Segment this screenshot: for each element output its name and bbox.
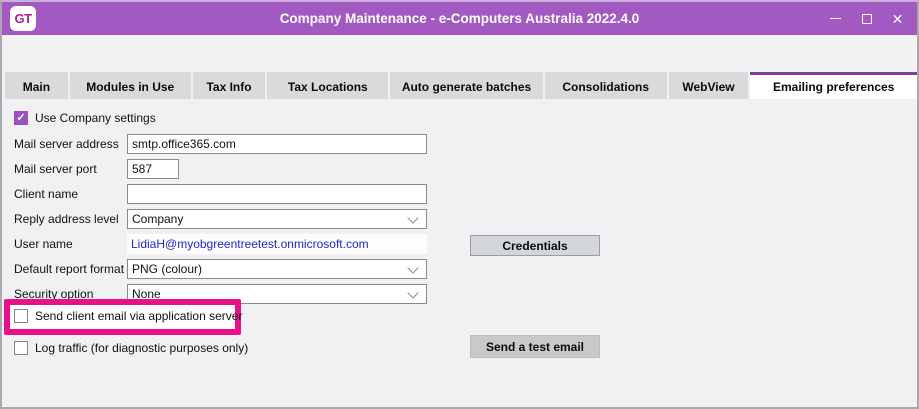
mail-server-address-input[interactable] <box>127 134 427 154</box>
reply-address-level-label: Reply address level <box>14 209 119 229</box>
tab-strip: Main Modules in Use Tax Info Tax Locatio… <box>2 72 917 99</box>
use-company-settings-checkbox[interactable]: ✓ <box>14 111 28 125</box>
default-report-format-label: Default report format <box>14 259 124 279</box>
emailing-preferences-panel: ✓ Use Company settings Mail server addre… <box>2 99 917 407</box>
maximize-icon <box>862 14 872 24</box>
user-name-value: LidiaH@myobgreentreetest.onmicrosoft.com <box>127 234 427 254</box>
minimize-button[interactable] <box>820 2 851 35</box>
company-maintenance-window: GT Company Maintenance - e-Computers Aus… <box>0 0 919 409</box>
default-report-format-value: PNG (colour) <box>132 262 202 276</box>
title-bar: GT Company Maintenance - e-Computers Aus… <box>2 2 917 35</box>
mail-server-address-row: Mail server address <box>2 134 917 154</box>
reply-address-level-value: Company <box>132 212 183 226</box>
close-icon: ✕ <box>892 12 904 26</box>
tab-webview[interactable]: WebView <box>669 72 749 99</box>
send-test-email-button[interactable]: Send a test email <box>470 335 600 358</box>
mail-server-port-row: Mail server port <box>2 159 917 179</box>
log-traffic-label: Log traffic (for diagnostic purposes onl… <box>35 340 248 357</box>
client-name-row: Client name <box>2 184 917 204</box>
reply-address-level-row: Reply address level Company <box>2 209 917 229</box>
window-title: Company Maintenance - e-Computers Austra… <box>2 11 917 26</box>
log-traffic-checkbox[interactable] <box>14 341 28 355</box>
client-name-input[interactable] <box>127 184 427 204</box>
maximize-button[interactable] <box>851 2 882 35</box>
tab-consolidations[interactable]: Consolidations <box>545 72 667 99</box>
reply-address-level-select[interactable]: Company <box>127 209 427 229</box>
chevron-down-icon <box>407 262 418 273</box>
tab-modules-in-use[interactable]: Modules in Use <box>70 72 191 99</box>
send-client-email-checkbox[interactable] <box>14 309 28 323</box>
client-name-label: Client name <box>14 184 78 204</box>
close-button[interactable]: ✕ <box>882 2 913 35</box>
toolbar: ? <box>2 35 917 72</box>
send-client-email-label: Send client email via application server <box>35 308 242 325</box>
chevron-down-icon <box>407 287 418 298</box>
mail-server-port-label: Mail server port <box>14 159 97 179</box>
tab-tax-info[interactable]: Tax Info <box>193 72 266 99</box>
use-company-settings-label: Use Company settings <box>35 110 156 127</box>
user-name-row: User name LidiaH@myobgreentreetest.onmic… <box>2 234 917 254</box>
window-controls: ✕ <box>820 2 913 35</box>
user-name-label: User name <box>14 234 73 254</box>
mail-server-port-input[interactable] <box>127 159 179 179</box>
tab-tax-locations[interactable]: Tax Locations <box>267 72 388 99</box>
mail-server-address-label: Mail server address <box>14 134 119 154</box>
chevron-down-icon <box>407 212 418 223</box>
credentials-button[interactable]: Credentials <box>470 235 600 256</box>
minimize-icon <box>830 18 841 19</box>
tab-emailing-preferences[interactable]: Emailing preferences <box>750 72 917 99</box>
tab-main[interactable]: Main <box>5 72 68 99</box>
default-report-format-select[interactable]: PNG (colour) <box>127 259 427 279</box>
tab-auto-generate-batches[interactable]: Auto generate batches <box>390 72 543 99</box>
default-report-format-row: Default report format PNG (colour) <box>2 259 917 279</box>
